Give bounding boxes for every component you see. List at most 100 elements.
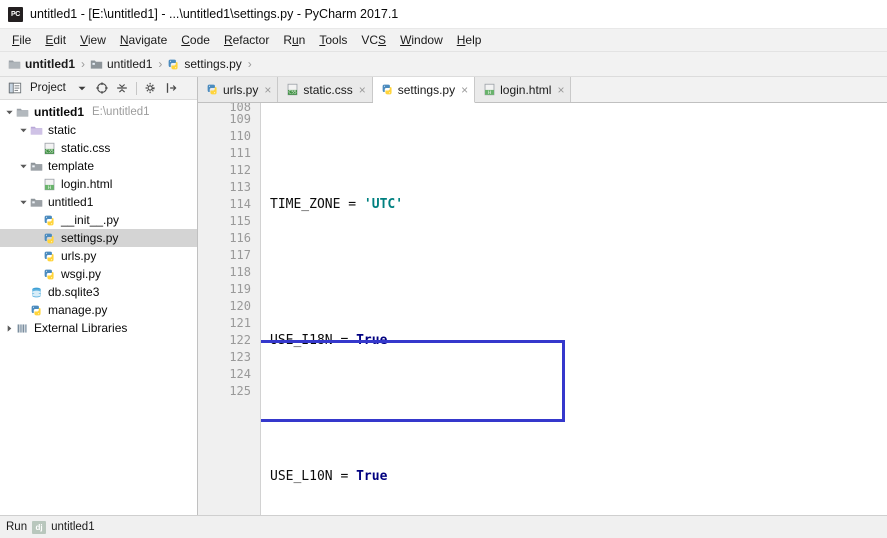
tree-node-template-folder[interactable]: template bbox=[0, 157, 197, 175]
menu-edit[interactable]: Edit bbox=[38, 33, 73, 47]
module-folder-icon bbox=[90, 59, 103, 69]
tree-node-wsgi-py[interactable]: wsgi.py bbox=[0, 265, 197, 283]
line-number-117: 117 bbox=[229, 248, 251, 262]
menu-view[interactable]: View bbox=[73, 33, 113, 47]
menu-bar: File Edit View Navigate Code Refactor Ru… bbox=[0, 29, 887, 52]
expand-arrow-icon[interactable] bbox=[17, 126, 30, 135]
tree-label-3: template bbox=[48, 159, 95, 173]
code-109-name: TIME_ZONE = bbox=[270, 197, 364, 212]
code-111-keyword: True bbox=[356, 333, 388, 348]
breadcrumb-item-module[interactable]: untitled1 bbox=[90, 57, 152, 71]
tree-label-4: login.html bbox=[61, 177, 113, 191]
python-file-icon bbox=[207, 84, 217, 95]
svg-text:CSS: CSS bbox=[289, 90, 297, 95]
project-tree[interactable]: untitled1 E:\untitled1 static CSS static… bbox=[0, 100, 197, 515]
menu-refactor[interactable]: Refactor bbox=[217, 33, 276, 47]
settings-gear-icon[interactable] bbox=[144, 81, 158, 95]
line-number-120: 120 bbox=[229, 299, 251, 313]
tree-node-settings-py[interactable]: settings.py bbox=[0, 229, 197, 247]
expand-arrow-icon[interactable] bbox=[17, 198, 30, 207]
collapse-all-icon[interactable] bbox=[115, 81, 129, 95]
code-113-name: USE_L10N = bbox=[270, 469, 357, 484]
line-number-113: 113 bbox=[229, 180, 251, 194]
expand-arrow-icon[interactable] bbox=[17, 162, 30, 171]
code-content[interactable]: TIME_ZONE = 'UTC' USE_I18N = True USE_L1… bbox=[261, 103, 887, 515]
django-run-icon[interactable]: dj bbox=[32, 520, 47, 534]
tree-node-untitled1-root[interactable]: untitled1 E:\untitled1 bbox=[0, 103, 197, 121]
editor-tab-static-css[interactable]: CSS static.css × bbox=[278, 77, 373, 102]
line-number-125: 125 bbox=[229, 384, 251, 398]
tree-node-static-css[interactable]: CSS static.css bbox=[0, 139, 197, 157]
main-area: Project untitled1 E:\untitled1 static CS… bbox=[0, 77, 887, 515]
css-file-icon: CSS bbox=[287, 83, 298, 96]
breadcrumb: untitled1 › untitled1 › settings.py › bbox=[0, 52, 887, 77]
menu-tools[interactable]: Tools bbox=[312, 33, 354, 47]
status-bar: Run dj untitled1 bbox=[0, 515, 887, 538]
collapse-arrow-icon[interactable] bbox=[3, 324, 16, 333]
editor-tab-settings-py[interactable]: settings.py × bbox=[372, 77, 476, 103]
database-icon bbox=[32, 287, 41, 297]
menu-navigate[interactable]: Navigate bbox=[113, 33, 174, 47]
python-file-icon bbox=[169, 59, 178, 69]
close-icon[interactable]: × bbox=[461, 84, 468, 96]
run-label[interactable]: Run bbox=[6, 521, 27, 533]
code-line-109: TIME_ZONE = 'UTC' bbox=[270, 196, 887, 213]
python-file-icon bbox=[44, 215, 54, 225]
tree-node-db-sqlite3[interactable]: db.sqlite3 bbox=[0, 283, 197, 301]
expand-arrow-icon[interactable] bbox=[3, 108, 16, 117]
hide-panel-icon[interactable] bbox=[164, 81, 178, 95]
editor-tab-label-1: static.css bbox=[303, 82, 353, 97]
line-number-gutter: 108 109 110 111 112 113 114 115 116 117 … bbox=[198, 103, 261, 515]
line-number-109: 109 bbox=[229, 112, 251, 126]
code-113-keyword: True bbox=[356, 469, 388, 484]
html-file-icon: H bbox=[484, 83, 495, 96]
menu-vcs[interactable]: VCS bbox=[354, 33, 393, 47]
pycharm-window: PC untitled1 - [E:\untitled1] - ...\unti… bbox=[0, 0, 887, 538]
folder-purple-icon bbox=[30, 126, 43, 135]
close-icon[interactable]: × bbox=[359, 84, 366, 96]
tree-label-8: urls.py bbox=[61, 249, 97, 263]
tree-label-0: untitled1 bbox=[34, 105, 84, 119]
chevron-down-icon[interactable] bbox=[75, 81, 89, 95]
project-panel-toolbar: Project bbox=[0, 77, 197, 100]
tree-node-login-html[interactable]: H login.html bbox=[0, 175, 197, 193]
run-configuration-name[interactable]: untitled1 bbox=[51, 521, 94, 533]
breadcrumb-label-0: untitled1 bbox=[25, 57, 75, 71]
tree-label-2: static.css bbox=[61, 141, 111, 155]
tree-node-urls-py[interactable]: urls.py bbox=[0, 247, 197, 265]
breadcrumb-item-file[interactable]: settings.py bbox=[167, 57, 242, 71]
python-file-icon bbox=[44, 233, 54, 243]
tree-node-external-libraries[interactable]: External Libraries bbox=[0, 319, 197, 337]
scroll-to-source-icon[interactable] bbox=[95, 81, 109, 95]
breadcrumb-item-project[interactable]: untitled1 bbox=[8, 57, 75, 71]
close-icon[interactable]: × bbox=[264, 84, 271, 96]
line-number-112: 112 bbox=[229, 163, 251, 177]
menu-window[interactable]: Window bbox=[393, 33, 450, 47]
line-number-119: 119 bbox=[229, 282, 251, 296]
project-view-icon[interactable] bbox=[8, 81, 22, 95]
folder-icon bbox=[8, 59, 21, 69]
tree-node-untitled1-module[interactable]: untitled1 bbox=[0, 193, 197, 211]
tree-label-11: manage.py bbox=[48, 303, 108, 317]
menu-code[interactable]: Code bbox=[174, 33, 217, 47]
tree-label-6: __init__.py bbox=[61, 213, 120, 227]
tree-node-static-folder[interactable]: static bbox=[0, 121, 197, 139]
close-icon[interactable]: × bbox=[557, 84, 564, 96]
breadcrumb-sep-2: › bbox=[247, 57, 252, 71]
line-number-116: 116 bbox=[229, 231, 251, 245]
tree-label-7: settings.py bbox=[61, 231, 119, 245]
tree-node-manage-py[interactable]: manage.py bbox=[0, 301, 197, 319]
svg-text:H: H bbox=[488, 90, 491, 96]
code-editor[interactable]: 108 109 110 111 112 113 114 115 116 117 … bbox=[198, 103, 887, 515]
pycharm-logo-icon: PC bbox=[8, 6, 23, 22]
menu-file[interactable]: File bbox=[5, 33, 38, 47]
menu-run-rest: n bbox=[298, 33, 306, 47]
menu-edit-rest: dit bbox=[53, 33, 67, 47]
menu-run[interactable]: Run bbox=[276, 33, 312, 47]
tree-node-init-py[interactable]: __init__.py bbox=[0, 211, 197, 229]
editor-tab-login-html[interactable]: H login.html × bbox=[475, 77, 572, 102]
editor-tab-urls-py[interactable]: urls.py × bbox=[198, 77, 279, 102]
menu-help[interactable]: Help bbox=[450, 33, 489, 47]
breadcrumb-sep-1: › bbox=[158, 57, 163, 71]
tree-label-9: wsgi.py bbox=[61, 267, 102, 281]
